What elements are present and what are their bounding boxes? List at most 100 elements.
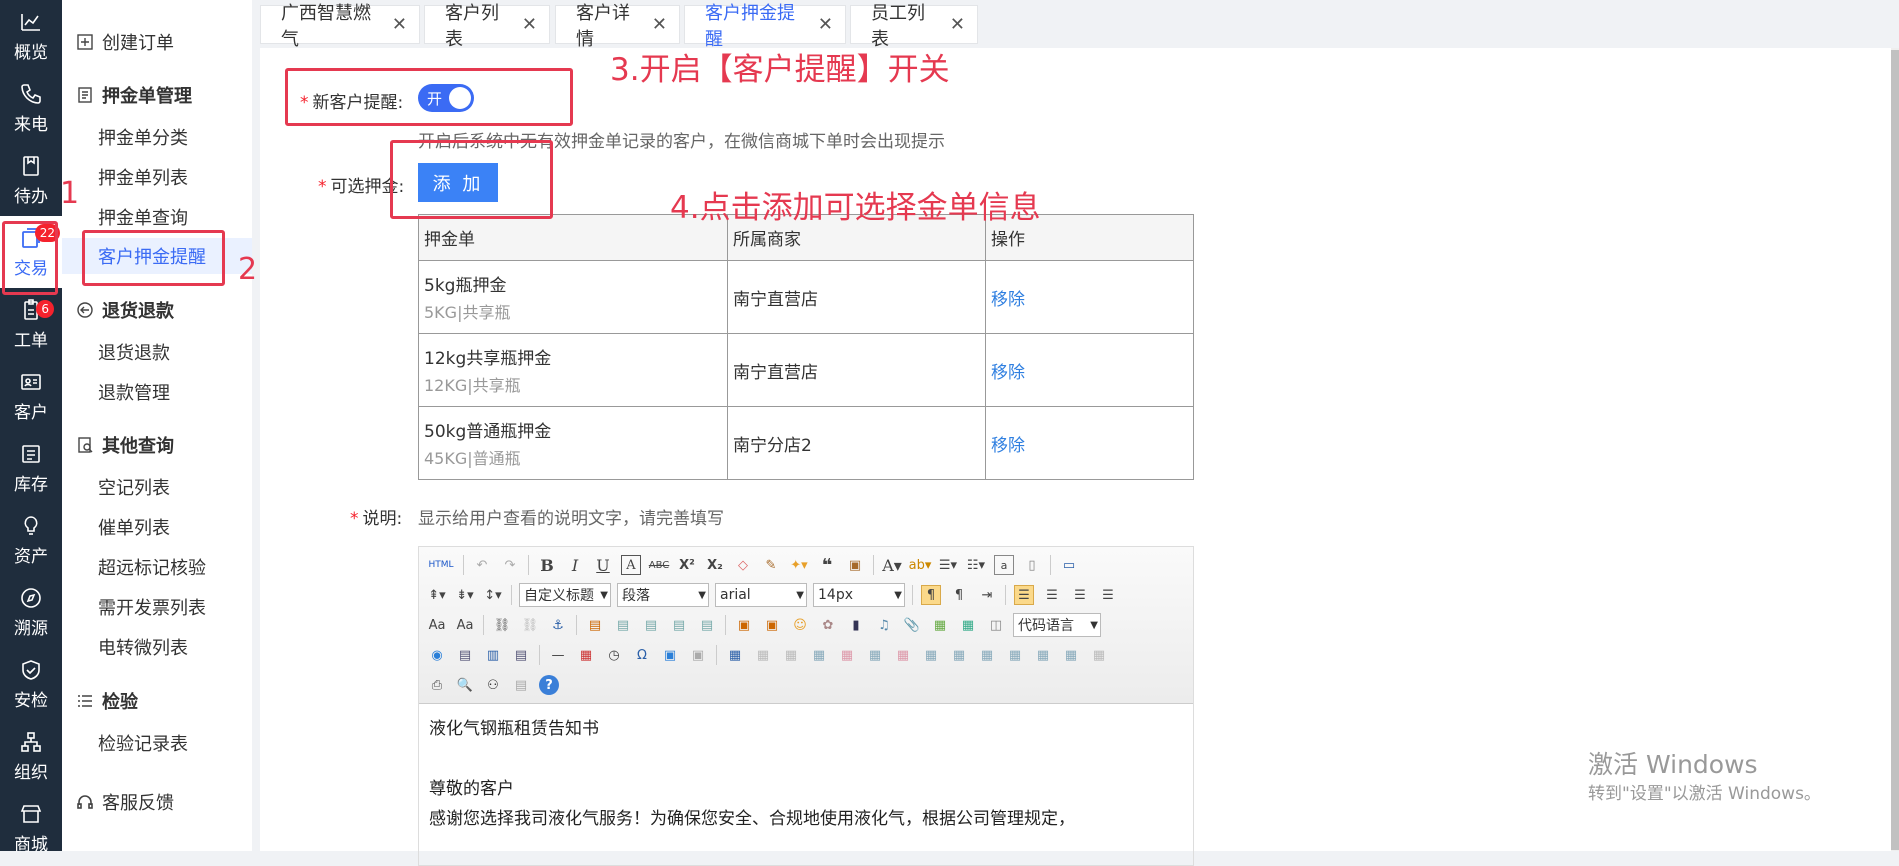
auto-format-icon[interactable]: ✦▾ bbox=[789, 555, 809, 575]
editor-body[interactable]: 液化气钢瓶租赁告知书 尊敬的客户 感谢您选择我司液化气服务！为确保您安全、合规地… bbox=[419, 704, 1193, 844]
remove-link[interactable]: 移除 bbox=[991, 363, 1025, 383]
sidebar-item-transfer-list[interactable]: 电转微列表 bbox=[62, 629, 252, 665]
align-justify-icon[interactable]: ☰ bbox=[1098, 585, 1118, 605]
superscript-icon[interactable]: X² bbox=[677, 555, 697, 575]
insert-image-icon[interactable]: ▣ bbox=[734, 615, 754, 635]
tab-employee-list[interactable]: 员工列表 ✕ bbox=[850, 3, 978, 50]
background-color-icon[interactable]: ab▾ bbox=[909, 555, 932, 575]
rtl-icon[interactable]: ¶ bbox=[949, 585, 969, 605]
insert-paragraph-icon[interactable]: ▦ bbox=[781, 645, 801, 665]
anchor-icon[interactable]: ⚓ bbox=[548, 615, 568, 635]
subscript-icon[interactable]: X₂ bbox=[705, 555, 725, 575]
rail-item-trace[interactable]: 溯源 bbox=[0, 576, 62, 648]
tab-customer-list[interactable]: 客户列表 ✕ bbox=[424, 3, 550, 50]
search-replace-icon[interactable]: ▣ bbox=[688, 645, 708, 665]
image-block-icon[interactable]: ▤ bbox=[697, 615, 717, 635]
tab-guangxi-gas[interactable]: 广西智慧燃气 ✕ bbox=[260, 3, 420, 50]
rail-item-overview[interactable]: 概览 bbox=[0, 0, 62, 72]
uppercase-icon[interactable]: Aa bbox=[427, 615, 447, 635]
align-left-icon[interactable]: ☰ bbox=[1014, 585, 1034, 605]
insert-row-icon[interactable]: ▦ bbox=[809, 645, 829, 665]
font-family-select[interactable]: arial ▼ bbox=[715, 583, 807, 607]
date-icon[interactable]: ▦ bbox=[576, 645, 596, 665]
rail-item-inventory[interactable]: 库存 bbox=[0, 432, 62, 504]
select-all-icon[interactable]: a bbox=[994, 555, 1014, 575]
bold-icon[interactable]: B bbox=[537, 555, 557, 575]
redo-icon[interactable]: ↷ bbox=[500, 555, 520, 575]
paragraph-select[interactable]: 段落 ▼ bbox=[617, 583, 709, 607]
unlink-icon[interactable]: ⛓ bbox=[520, 615, 540, 635]
tab-customer-detail[interactable]: 客户详情 ✕ bbox=[555, 3, 680, 50]
background-icon[interactable]: ▥ bbox=[483, 645, 503, 665]
video-icon[interactable]: ▮ bbox=[846, 615, 866, 635]
page-break-icon[interactable]: ◉ bbox=[427, 645, 447, 665]
page-scrollbar[interactable] bbox=[1891, 48, 1899, 851]
sidebar-item-deposit-category[interactable]: 押金单分类 bbox=[62, 119, 252, 155]
sidebar-item-inspection-records[interactable]: 检验记录表 bbox=[62, 725, 252, 761]
format-painter-icon[interactable]: ✎ bbox=[761, 555, 781, 575]
blockquote-icon[interactable]: ❝ bbox=[817, 555, 837, 576]
insert-frame-icon[interactable]: ◫ bbox=[986, 615, 1006, 635]
fullscreen-icon[interactable]: ▭ bbox=[1059, 555, 1079, 575]
ordered-list-icon[interactable]: ☰▾ bbox=[938, 555, 958, 575]
eraser-icon[interactable]: ◇ bbox=[733, 555, 753, 575]
rail-item-customer[interactable]: 客户 bbox=[0, 360, 62, 432]
close-icon[interactable]: ✕ bbox=[652, 14, 667, 35]
italic-icon[interactable]: I bbox=[565, 555, 585, 575]
tab-customer-deposit-reminder[interactable]: 客户押金提醒 ✕ bbox=[684, 3, 846, 50]
merge-cells-icon[interactable]: ▦ bbox=[921, 645, 941, 665]
delete-row-icon[interactable]: ▦ bbox=[837, 645, 857, 665]
merge-right-icon[interactable]: ▦ bbox=[949, 645, 969, 665]
row-spacing-top-icon[interactable]: ⇞▾ bbox=[427, 585, 447, 605]
font-border-icon[interactable]: A bbox=[621, 555, 641, 575]
close-icon[interactable]: ✕ bbox=[392, 14, 407, 35]
horizontal-rule-icon[interactable]: — bbox=[548, 645, 568, 665]
emoji-icon[interactable]: ☺ bbox=[790, 615, 810, 635]
wordimage-icon[interactable]: ▤ bbox=[511, 645, 531, 665]
image-center-icon[interactable]: ▤ bbox=[669, 615, 689, 635]
font-color-icon[interactable]: A▾ bbox=[882, 555, 902, 575]
split-rows-icon[interactable]: ▦ bbox=[1033, 645, 1053, 665]
sidebar-group-inspection[interactable]: 检验 bbox=[62, 683, 252, 719]
drafts-icon[interactable]: ▤ bbox=[511, 675, 531, 695]
help-icon[interactable]: ? bbox=[539, 675, 559, 695]
ltr-icon[interactable]: ¶ bbox=[921, 585, 941, 605]
delete-table-icon[interactable]: ▦ bbox=[753, 645, 773, 665]
unordered-list-icon[interactable]: ☷▾ bbox=[966, 555, 986, 575]
insert-table-icon[interactable]: ▦ bbox=[725, 645, 745, 665]
map-icon[interactable]: ▦ bbox=[930, 615, 950, 635]
sidebar-item-create-order[interactable]: 创建订单 bbox=[62, 24, 252, 60]
rail-item-assets[interactable]: 资产 bbox=[0, 504, 62, 576]
split-cells-icon[interactable]: ▦ bbox=[1005, 645, 1025, 665]
paste-plain-icon[interactable]: ▣ bbox=[845, 555, 865, 575]
delete-col-icon[interactable]: ▦ bbox=[893, 645, 913, 665]
html-source-icon[interactable]: HTML bbox=[427, 555, 455, 575]
sidebar-item-invoice-list[interactable]: 需开发票列表 bbox=[62, 589, 252, 625]
split-cols-icon[interactable]: ▦ bbox=[1061, 645, 1081, 665]
remove-link[interactable]: 移除 bbox=[991, 290, 1025, 310]
preview-icon[interactable]: 🔍 bbox=[455, 675, 475, 695]
close-icon[interactable]: ✕ bbox=[950, 14, 965, 35]
sidebar-item-returns-refund[interactable]: 退货退款 bbox=[62, 334, 252, 370]
clear-doc-icon[interactable]: ▯ bbox=[1022, 555, 1042, 575]
align-right-icon[interactable]: ☰ bbox=[1070, 585, 1090, 605]
insert-col-icon[interactable]: ▦ bbox=[865, 645, 885, 665]
rail-item-todo[interactable]: 待办 bbox=[0, 144, 62, 216]
strikethrough-icon[interactable]: ABC bbox=[649, 555, 670, 575]
sidebar-group-other-query[interactable]: 其他查询 bbox=[62, 427, 252, 463]
lowercase-icon[interactable]: Aa bbox=[455, 615, 475, 635]
image-none-icon[interactable]: ▤ bbox=[585, 615, 605, 635]
font-size-select[interactable]: 14px ▼ bbox=[813, 583, 905, 607]
sidebar-item-deposit-list[interactable]: 押金单列表 bbox=[62, 159, 252, 195]
close-icon[interactable]: ✕ bbox=[818, 14, 833, 35]
custom-title-select[interactable]: 自定义标题 ▼ bbox=[519, 583, 611, 607]
row-spacing-bottom-icon[interactable]: ⇟▾ bbox=[455, 585, 475, 605]
code-language-select[interactable]: 代码语言 ▼ bbox=[1013, 613, 1101, 637]
time-icon[interactable]: ◷ bbox=[604, 645, 624, 665]
sidebar-item-refund-mgmt[interactable]: 退款管理 bbox=[62, 374, 252, 410]
rail-item-workorder[interactable]: 工单 6 bbox=[0, 288, 62, 360]
snapscreen-icon[interactable]: ▣ bbox=[660, 645, 680, 665]
image-left-icon[interactable]: ▤ bbox=[613, 615, 633, 635]
sidebar-item-overlimit-check[interactable]: 超远标记核验 bbox=[62, 549, 252, 585]
special-char-icon[interactable]: Ω bbox=[632, 645, 652, 665]
